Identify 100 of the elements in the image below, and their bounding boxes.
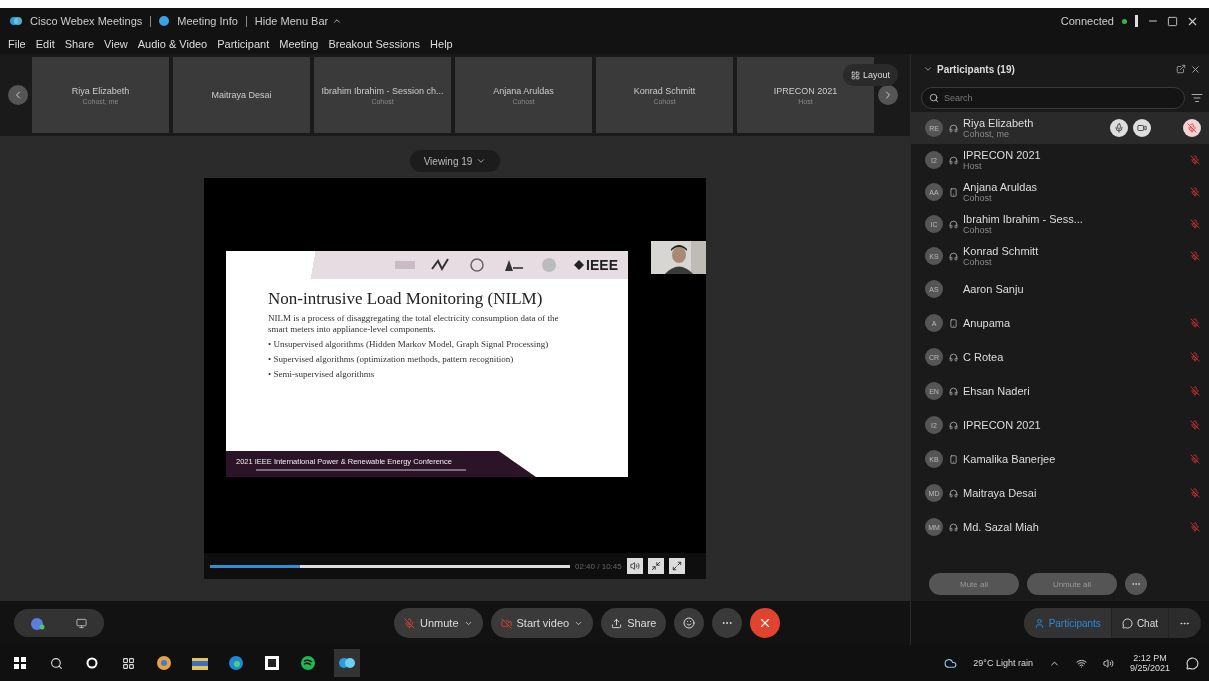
notes-app-icon[interactable]: [262, 653, 282, 673]
collapse-icon[interactable]: [923, 64, 933, 74]
menu-item[interactable]: Edit: [35, 38, 55, 50]
tile-name: Anjana Aruldas: [493, 85, 554, 96]
clock-time: 2:12 PM: [1133, 653, 1167, 663]
caret-icon: [476, 156, 487, 166]
panel-title: Participants (19): [937, 63, 1015, 75]
menu-item[interactable]: Meeting: [279, 38, 319, 50]
viewing-dropdown[interactable]: Viewing 19: [409, 150, 501, 172]
start-video-button[interactable]: Start video: [490, 608, 594, 638]
network-icon: [1075, 657, 1087, 669]
participant-name: Aaron Sanju: [963, 283, 1025, 295]
weather-icon: [944, 656, 958, 670]
notifications-icon[interactable]: [1186, 656, 1199, 670]
popout-icon[interactable]: [1176, 64, 1186, 74]
volume-icon: [1102, 657, 1114, 669]
raise-hand-button[interactable]: [1110, 119, 1128, 137]
participant-role: Cohost, me: [963, 129, 1011, 139]
status-dot: [1122, 18, 1127, 24]
participant-name: Anjana Aruldas: [963, 181, 1038, 193]
close-icon[interactable]: [1190, 63, 1201, 75]
shrink-icon: [650, 561, 661, 571]
participant-name: Maitraya Desai: [963, 487, 1038, 499]
participant-role: Host: [963, 161, 983, 171]
menu-item[interactable]: Help: [430, 38, 453, 50]
leave-button[interactable]: [750, 608, 781, 638]
participant-name: Riya Elizabeth: [963, 117, 1035, 129]
video-button[interactable]: [1133, 119, 1151, 137]
participant-name: IPRECON 2021: [963, 419, 1042, 431]
tile-name: Konrad Schmitt: [633, 85, 696, 96]
participant-name: IPRECON 2021: [963, 149, 1042, 161]
info-icon: [159, 16, 170, 26]
slide-bullet: • Semi-supervised algorithms: [267, 369, 376, 381]
person-icon: [1033, 617, 1045, 629]
connection-status: Connected: [1060, 15, 1114, 27]
volume-button[interactable]: [626, 558, 643, 574]
slide-title: Non-intrusive Load Monitoring (NILM): [267, 288, 544, 310]
music-app-icon[interactable]: [298, 653, 318, 673]
caret-icon: [332, 16, 343, 26]
fullscreen-button[interactable]: [668, 558, 685, 574]
menu-item[interactable]: Share: [64, 38, 95, 50]
participant-name: Md. Sazal Miah: [963, 521, 1040, 533]
more-button[interactable]: [1125, 573, 1147, 595]
muted-mic-icon: [404, 617, 415, 629]
bot-icon: [28, 616, 45, 630]
participant-name: Anupama: [963, 317, 1012, 329]
unmute-button[interactable]: Unmute: [394, 608, 483, 638]
previous-button[interactable]: [8, 85, 28, 105]
menu-item[interactable]: Breakout Sessions: [328, 38, 421, 50]
shrink-button[interactable]: [647, 558, 664, 574]
screen-icon: [76, 617, 87, 629]
tile-name: Ibrahim Ibrahim - Session ch...: [321, 85, 444, 96]
participant-name: Konrad Schmitt: [963, 245, 1040, 257]
volume-icon: [629, 561, 640, 571]
hide-menu-bar-button[interactable]: Hide Menu Bar: [254, 15, 343, 27]
video-off-icon: [500, 617, 512, 629]
grid-icon: [850, 70, 860, 80]
search-icon: [929, 93, 939, 103]
menu-item[interactable]: Participant: [217, 38, 270, 50]
participant-role: Cohost: [963, 257, 993, 267]
panel-tab[interactable]: Participants: [1023, 608, 1112, 638]
menu-item[interactable]: View: [104, 38, 128, 50]
playback-time: 02:40 / 10:45: [575, 561, 622, 571]
participant-role: Cohost: [963, 193, 992, 203]
maximize-icon[interactable]: [1167, 15, 1178, 27]
sort-icon[interactable]: [1191, 92, 1203, 104]
next-button[interactable]: [878, 85, 898, 105]
tile-name: Maitraya Desai: [211, 90, 272, 100]
browser-icon[interactable]: [226, 653, 246, 673]
ieee-logo: IEEE: [574, 257, 618, 273]
share-button[interactable]: Share: [601, 608, 667, 638]
slide-bullet: • Supervised algorithms (optimization methods, pattern recognition): [267, 354, 515, 366]
weather-text: 29°C Light rain: [973, 658, 1033, 668]
participant-name: C Rotea: [963, 351, 1005, 363]
panel-tab[interactable]: Chat: [1111, 608, 1169, 638]
menu-item[interactable]: Audio & Video: [137, 38, 208, 50]
fullscreen-icon: [671, 561, 682, 571]
meeting-app-icon[interactable]: [334, 649, 360, 677]
participant-name: Ehsan Naderi: [963, 385, 1031, 397]
participant-role: Cohost: [963, 225, 993, 235]
slide-bullet: • Unsupervised algorithms (Hidden Markov Model, Graph Signal Processing): [267, 339, 550, 351]
tile-name: IPRECON 2021: [773, 85, 838, 96]
smile-icon: [683, 617, 696, 629]
mic-icon: [1114, 123, 1124, 133]
video-camera-icon: [1137, 123, 1147, 133]
meeting-info-link[interactable]: Meeting Info: [177, 15, 238, 27]
layout-button[interactable]: Layout: [842, 64, 898, 86]
search-field[interactable]: Search: [921, 87, 1185, 109]
progress-track[interactable]: [210, 564, 570, 568]
tile-name: Riya Elizabeth: [71, 85, 130, 96]
chat-bubble-icon: [1121, 617, 1133, 629]
share-icon: [611, 617, 623, 629]
reactions-button[interactable]: [674, 608, 705, 638]
app-logo-icon: [10, 16, 22, 26]
participant-name: Ibrahim Ibrahim - Sess...: [963, 213, 1084, 225]
app-title: Cisco Webex Meetings: [30, 15, 143, 27]
clock-date: 9/25/2021: [1129, 663, 1170, 673]
menu-item[interactable]: File: [8, 38, 26, 50]
slide-paragraph: NILM is a process of disaggregating the total electricity consumption data of the smart meters into appliance-level components.: [267, 313, 560, 336]
browser-icon[interactable]: [154, 653, 174, 673]
